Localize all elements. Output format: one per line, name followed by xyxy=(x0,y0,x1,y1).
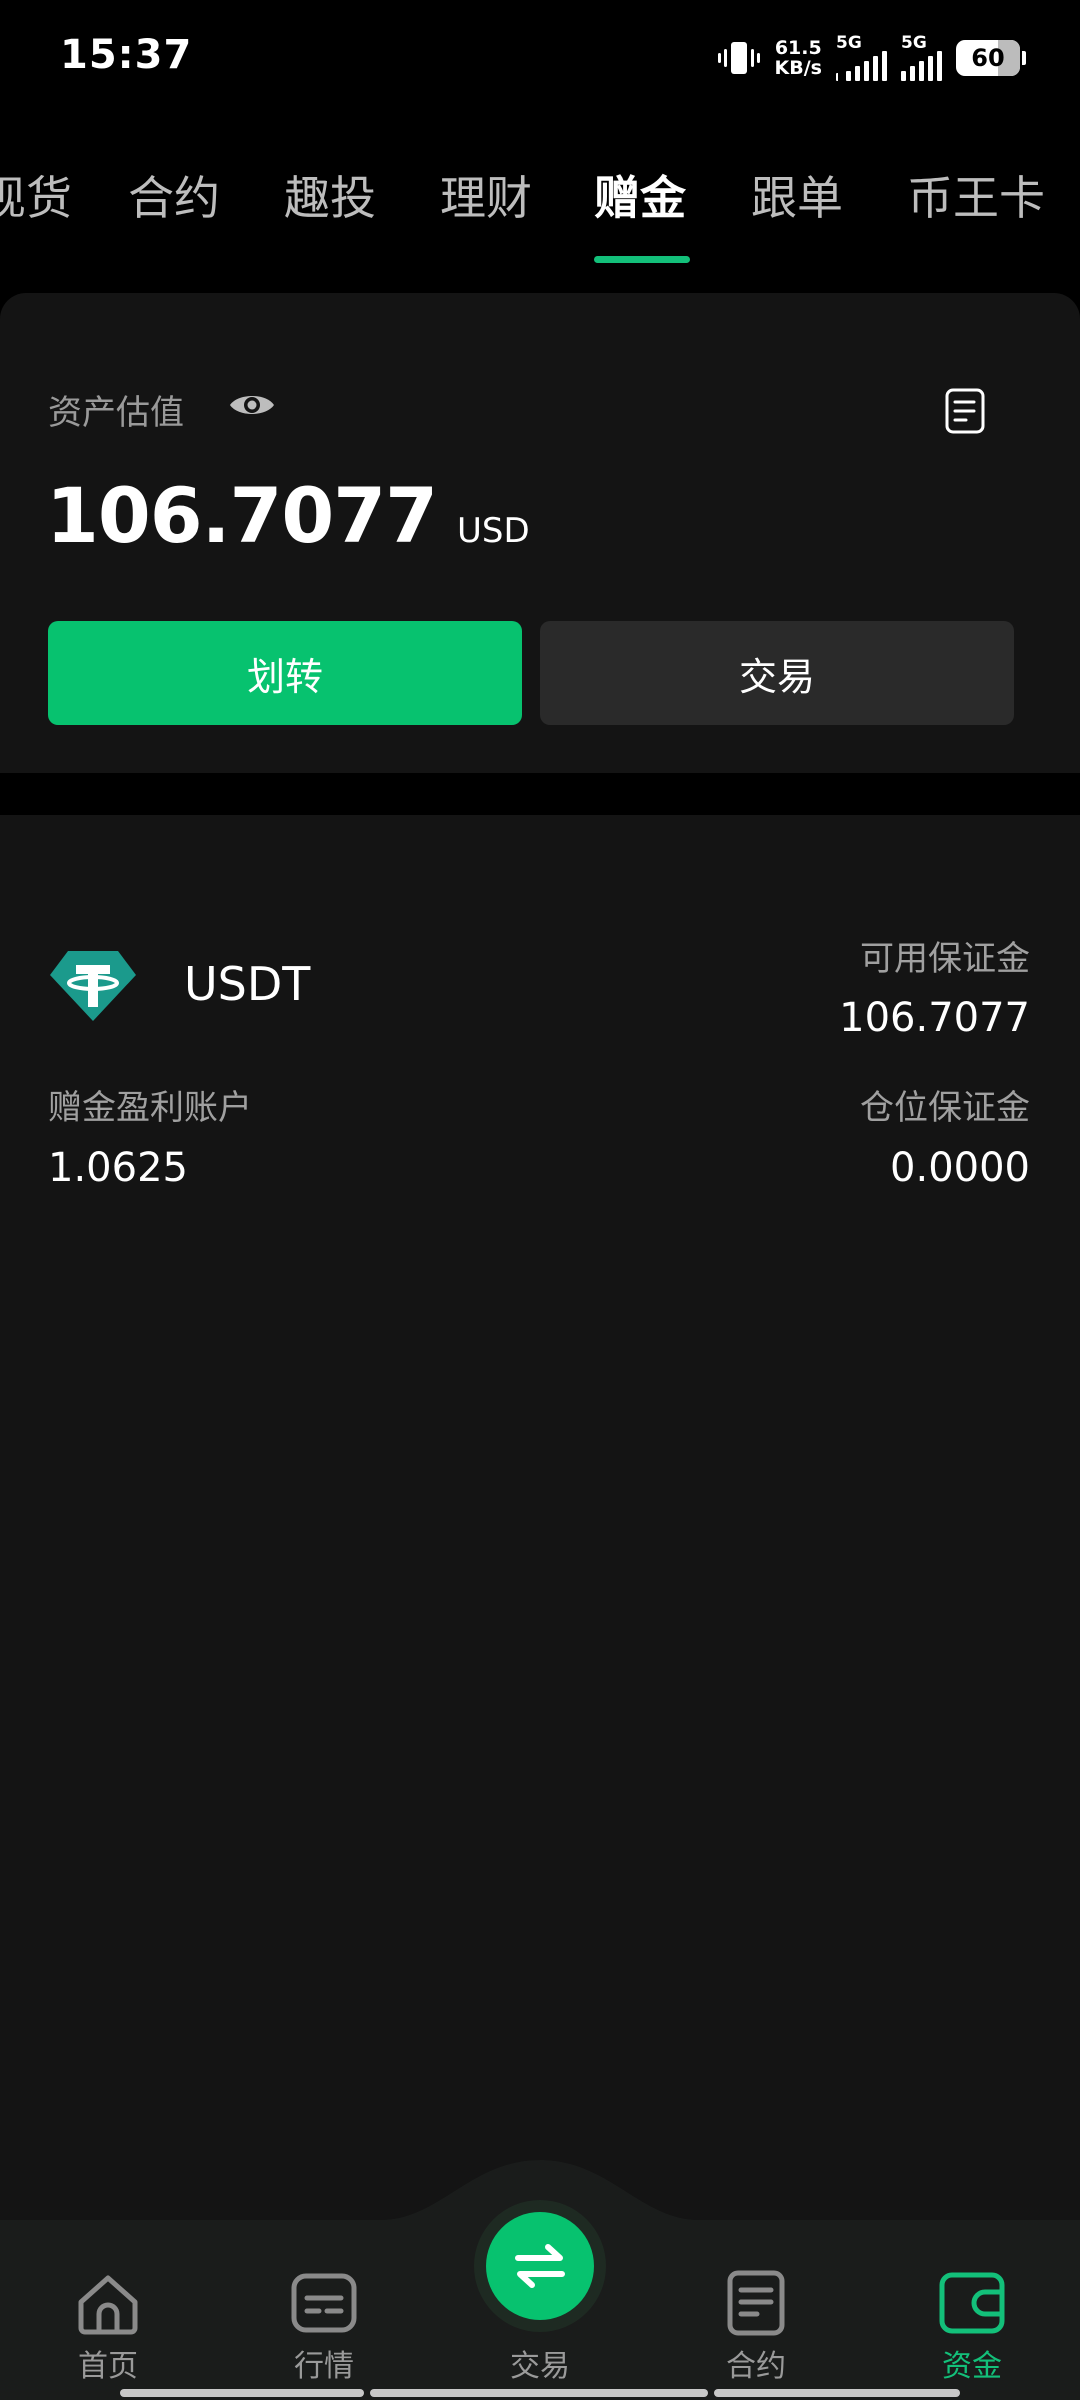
tab-futures[interactable]: 合约 xyxy=(128,162,220,228)
coin-name: USDT xyxy=(184,957,311,1011)
home-indicator xyxy=(714,2389,960,2397)
bonus-profit-value: 1.0625 xyxy=(48,1145,188,1191)
trade-button[interactable]: 交易 xyxy=(540,621,1014,725)
tab-king-card[interactable]: 币王卡 xyxy=(907,162,1045,228)
asset-label: 资产估值 xyxy=(48,393,184,433)
status-bar: 15:37 61.5 KB/s 5G 5G 60 xyxy=(0,0,1080,110)
record-icon[interactable] xyxy=(944,387,986,435)
nav-label-funds: 资金 xyxy=(942,2349,1002,2384)
asset-value: 106.7077 USD xyxy=(46,471,530,560)
nav-item-home[interactable] xyxy=(38,2268,178,2338)
nav-item-contract[interactable] xyxy=(686,2268,826,2338)
tab-bonus[interactable]: 赠金 xyxy=(594,162,686,228)
tab-finance[interactable]: 理财 xyxy=(440,162,532,228)
nav-label-trade: 交易 xyxy=(510,2349,570,2384)
net-speed-unit: KB/s xyxy=(774,57,822,79)
signal-icon-2: 5G xyxy=(901,33,942,81)
asset-amount: 106.7077 xyxy=(46,471,438,560)
market-icon xyxy=(291,2273,357,2333)
nav-item-funds[interactable] xyxy=(902,2268,1042,2338)
asset-card: 资产估值 106.7077 USD 划转 交易 xyxy=(0,293,1080,773)
home-indicator xyxy=(370,2389,708,2397)
nav-label-market: 行情 xyxy=(294,2349,354,2384)
position-margin-label: 仓位保证金 xyxy=(860,1088,1030,1128)
nav-label-home: 首页 xyxy=(78,2349,138,2384)
tether-icon xyxy=(50,951,136,1021)
active-tab-indicator xyxy=(594,256,690,263)
available-margin-value: 106.7077 xyxy=(839,995,1030,1041)
bonus-profit-label: 赠金盈利账户 xyxy=(48,1088,252,1128)
account-section: USDT 可用保证金 106.7077 赠金盈利账户 1.0625 仓位保证金 … xyxy=(0,815,1080,2220)
asset-unit: USD xyxy=(457,511,530,551)
battery-icon: 60 xyxy=(956,40,1026,76)
eye-icon[interactable] xyxy=(228,389,276,421)
net-speed: 61.5 KB/s xyxy=(775,38,822,78)
contract-icon xyxy=(727,2270,785,2336)
tab-fun-invest[interactable]: 趣投 xyxy=(284,162,376,228)
vibrate-icon xyxy=(717,42,760,74)
nav-item-trade[interactable] xyxy=(486,2212,594,2320)
signal-label-2: 5G xyxy=(901,33,927,53)
status-time: 15:37 xyxy=(60,32,193,78)
signal-icon-1: 5G xyxy=(836,33,887,81)
available-margin-label: 可用保证金 xyxy=(860,939,1030,979)
swap-icon xyxy=(515,2244,565,2288)
tab-copy-trade[interactable]: 跟单 xyxy=(751,162,843,228)
tab-spot[interactable]: 现货 xyxy=(0,162,72,228)
signal-label-1: 5G xyxy=(836,33,862,53)
position-margin-value: 0.0000 xyxy=(890,1145,1030,1191)
nav-item-market[interactable] xyxy=(254,2268,394,2338)
home-icon xyxy=(78,2275,138,2335)
nav-label-contract: 合约 xyxy=(726,2349,786,2384)
battery-level: 60 xyxy=(971,44,1005,72)
home-indicator xyxy=(120,2389,364,2397)
top-tabs: 现货 合约 趣投 理财 赠金 跟单 币王卡 xyxy=(0,150,1080,270)
wallet-icon xyxy=(939,2272,1005,2334)
transfer-button[interactable]: 划转 xyxy=(48,621,522,725)
net-speed-value: 61.5 xyxy=(774,37,822,59)
status-icons: 61.5 KB/s 5G 5G 60 xyxy=(717,30,1026,86)
